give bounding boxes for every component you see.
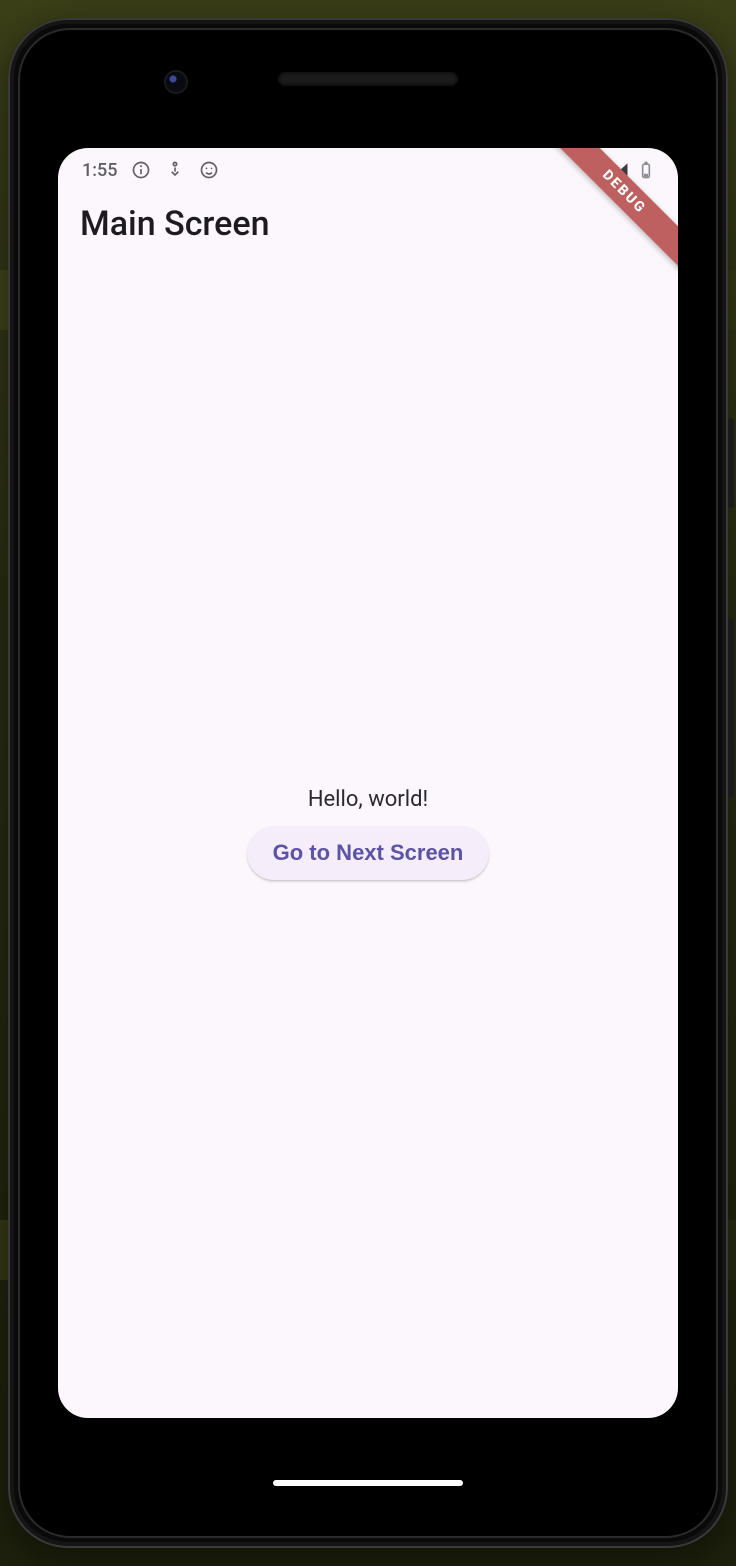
- device-frame: 1:55: [8, 18, 728, 1548]
- status-bar: 1:55: [58, 148, 678, 192]
- center-column: Hello, world! Go to Next Screen: [247, 787, 490, 880]
- info-icon: [131, 160, 151, 180]
- face-icon: [199, 160, 219, 180]
- battery-icon: [636, 160, 656, 180]
- device-power-button: [728, 418, 734, 508]
- gesture-navigation-pill[interactable]: [273, 1480, 463, 1486]
- status-time: 1:55: [82, 160, 117, 181]
- page-title: Main Screen: [80, 204, 656, 244]
- greeting-text: Hello, world!: [308, 787, 428, 812]
- wifi-icon: [584, 160, 604, 180]
- content-body: Hello, world! Go to Next Screen: [58, 248, 678, 1418]
- device-bezel: 1:55: [18, 28, 718, 1538]
- go-to-next-screen-button[interactable]: Go to Next Screen: [247, 826, 490, 880]
- status-bar-right: [584, 160, 656, 180]
- status-bar-left: 1:55: [82, 160, 219, 181]
- device-front-camera: [166, 72, 186, 92]
- app-bar: Main Screen: [58, 192, 678, 254]
- device-speaker-grill: [278, 72, 458, 86]
- cell-icon: [610, 160, 630, 180]
- screen: 1:55: [58, 148, 678, 1418]
- device-volume-rocker: [728, 618, 734, 798]
- downloads-icon: [165, 160, 185, 180]
